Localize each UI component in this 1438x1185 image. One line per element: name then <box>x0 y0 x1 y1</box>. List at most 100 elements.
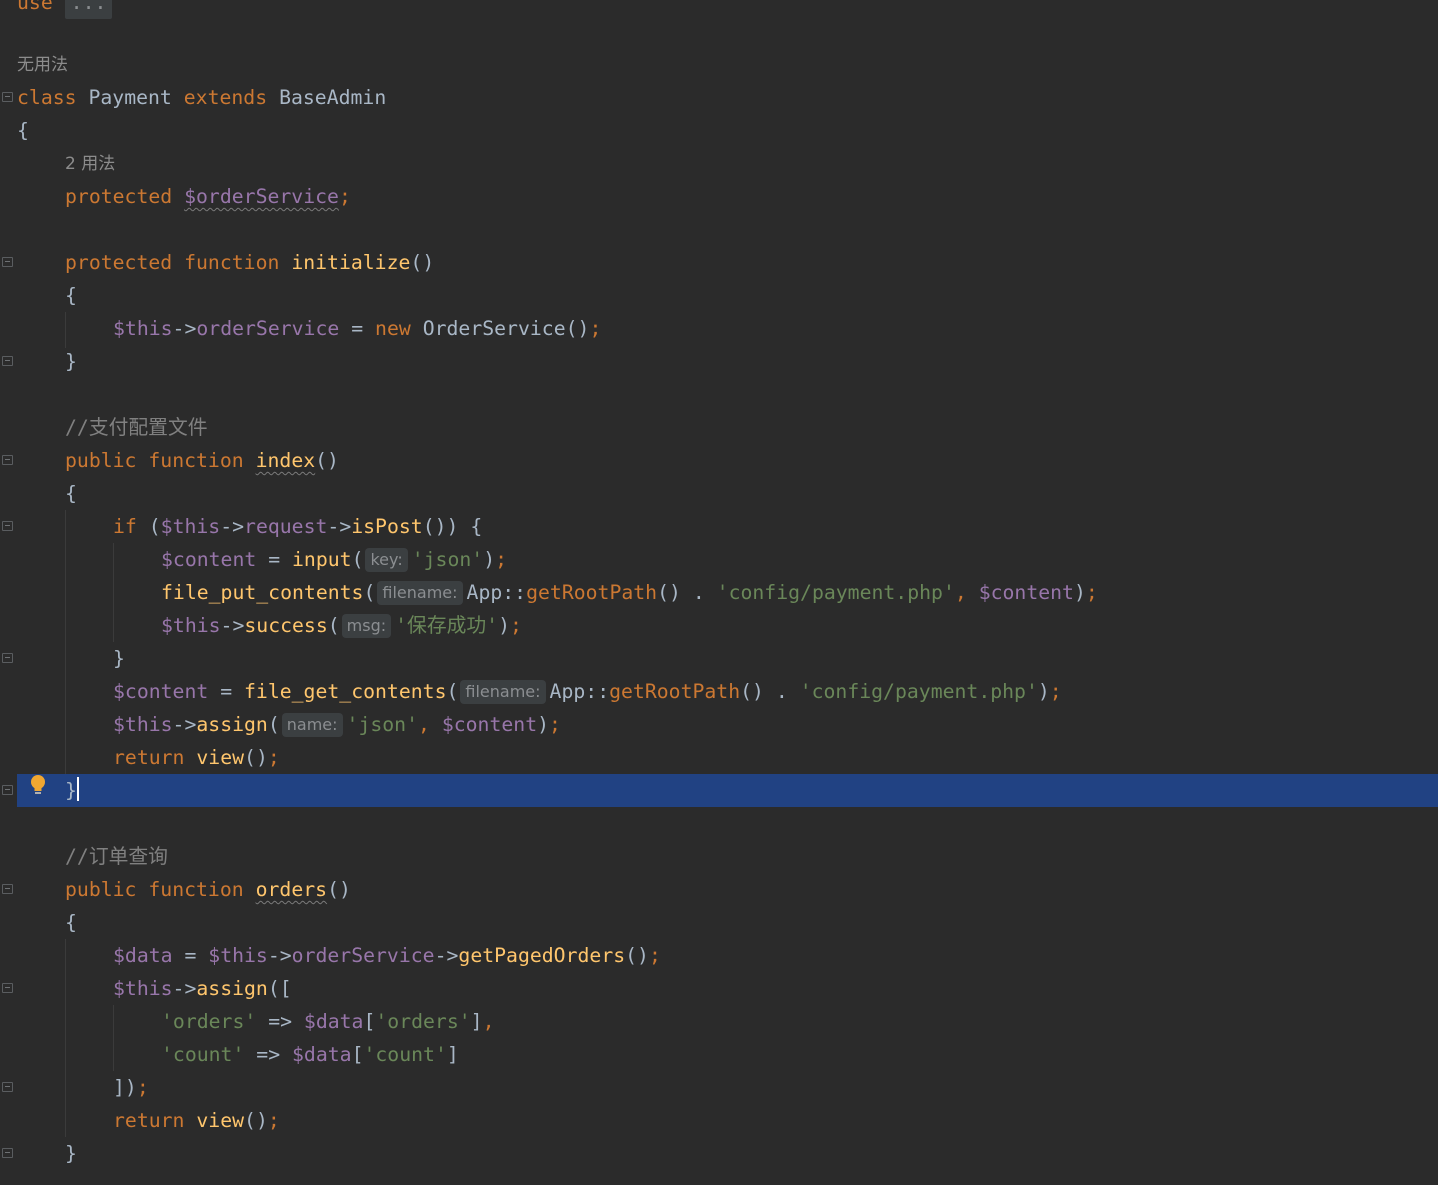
comma: , <box>954 581 979 604</box>
code-line[interactable]: { <box>0 279 1438 312</box>
this-var: $this <box>208 944 268 967</box>
scope-op: :: <box>585 680 610 703</box>
code-line-current[interactable]: } <box>17 774 1438 807</box>
variable: $data <box>113 944 173 967</box>
paren: ( <box>267 713 280 736</box>
bracket: [ <box>351 1043 364 1066</box>
bracket: ]) <box>113 1076 137 1099</box>
code-line-initialize[interactable]: protected function initialize() <box>0 246 1438 279</box>
property: orderService <box>291 944 435 967</box>
code-line[interactable]: $content = file_get_contents(filename: Ap… <box>0 675 1438 708</box>
semicolon: ; <box>267 746 280 769</box>
parens: () <box>565 317 590 340</box>
this-var: $this <box>160 515 221 538</box>
keyword: function <box>148 878 244 901</box>
bracket: ] <box>446 1043 459 1066</box>
semicolon: ; <box>589 317 602 340</box>
paren: ) <box>1037 680 1050 703</box>
string: 'count' <box>363 1043 447 1066</box>
code-line[interactable]: $content = input(key:'json'); <box>0 543 1438 576</box>
class-name: App <box>549 680 586 703</box>
code-line[interactable]: 'count' => $data['count'] <box>0 1038 1438 1071</box>
string: 'json' <box>346 713 418 736</box>
code-line[interactable]: } <box>0 345 1438 378</box>
parent-class: BaseAdmin <box>279 86 387 109</box>
code-line[interactable]: $data = $this->orderService->getPagedOrd… <box>0 939 1438 972</box>
variable: $content <box>978 581 1074 604</box>
concat-op: . <box>763 680 800 703</box>
code-line-index[interactable]: public function index() <box>0 444 1438 477</box>
code-line-orders[interactable]: public function orders() <box>0 873 1438 906</box>
code-line[interactable]: { <box>0 906 1438 939</box>
brace: { <box>65 284 77 307</box>
lightbulb-icon[interactable] <box>30 774 46 796</box>
code-line[interactable]: $this->assign(name:'json', $content); <box>0 708 1438 741</box>
parameter-hint: key: <box>365 548 408 572</box>
code-line-prop[interactable]: protected $orderService; <box>0 180 1438 213</box>
code-line[interactable]: file_put_contents(filename: App::getRootP… <box>0 576 1438 609</box>
code-line-comment[interactable]: //支付配置文件 <box>0 411 1438 444</box>
code-line[interactable]: 'orders' => $data['orders'], <box>0 1005 1438 1038</box>
keyword: extends <box>183 86 268 109</box>
string: 'config/payment.php' <box>799 680 1038 703</box>
parens: () <box>244 746 268 769</box>
code-line-comment[interactable]: //订单查询 <box>0 840 1438 873</box>
brace: } <box>65 779 77 802</box>
code-line[interactable]: $this->orderService = new OrderService()… <box>0 312 1438 345</box>
code-line[interactable]: } <box>0 1137 1438 1170</box>
parens: () <box>244 1109 268 1132</box>
paren: ( <box>327 614 340 637</box>
function-call: file_get_contents <box>244 680 447 703</box>
keyword: public <box>65 449 137 472</box>
usage-hint-class: 无用法 <box>0 49 1438 82</box>
code-line[interactable]: $this->assign([ <box>0 972 1438 1005</box>
arrow: -> <box>434 944 459 967</box>
code-line[interactable]: { <box>0 114 1438 147</box>
method-call: isPost <box>351 515 423 538</box>
paren: ( <box>136 515 161 538</box>
keyword: function <box>148 449 244 472</box>
brace: { <box>17 119 29 142</box>
method-call: getPagedOrders <box>458 944 626 967</box>
function-name: initialize <box>291 251 411 274</box>
method-call: assign <box>196 977 268 1000</box>
property: orderService <box>196 317 340 340</box>
variable: $data <box>292 1043 352 1066</box>
folded-imports[interactable]: ... <box>64 0 113 19</box>
parameter-hint: msg: <box>341 614 392 638</box>
keyword: return <box>113 746 185 769</box>
code-line-use[interactable]: use ... <box>0 0 1438 19</box>
code-line[interactable]: $this->success(msg: '保存成功'); <box>0 609 1438 642</box>
bracket: ] <box>470 1010 483 1033</box>
brace: } <box>65 350 77 373</box>
brace: } <box>65 1142 77 1165</box>
property-var: $orderService <box>184 185 339 208</box>
static-call: getRootPath <box>609 680 741 703</box>
code-line[interactable]: { <box>0 477 1438 510</box>
parameter-hint: filename: <box>460 680 546 704</box>
code-editor[interactable]: use ... 无用法 class Payment extends BaseAd… <box>0 0 1438 1185</box>
arrow: -> <box>172 977 197 1000</box>
this-var: $this <box>113 977 173 1000</box>
paren: ( <box>446 680 459 703</box>
arrow: -> <box>220 515 245 538</box>
keyword: public <box>65 878 137 901</box>
method-call: success <box>244 614 328 637</box>
code-line[interactable]: return view(); <box>0 741 1438 774</box>
function-call: view <box>196 746 245 769</box>
usage-count: 2 用法 <box>65 154 116 174</box>
code-line[interactable]: return view(); <box>0 1104 1438 1137</box>
concat-op: . <box>680 581 717 604</box>
parens: () <box>740 680 764 703</box>
variable: $content <box>441 713 538 736</box>
arrow: -> <box>172 713 197 736</box>
string: 'count' <box>161 1043 245 1066</box>
code-line[interactable]: } <box>0 642 1438 675</box>
code-line-if[interactable]: if ($this->request->isPost()) { <box>0 510 1438 543</box>
string: 'config/payment.php' <box>716 581 955 604</box>
code-line[interactable]: ]); <box>0 1071 1438 1104</box>
parens: () <box>327 878 351 901</box>
code-line-class[interactable]: class Payment extends BaseAdmin <box>0 81 1438 114</box>
keyword: protected <box>65 185 173 208</box>
comment: //订单查询 <box>65 845 168 868</box>
